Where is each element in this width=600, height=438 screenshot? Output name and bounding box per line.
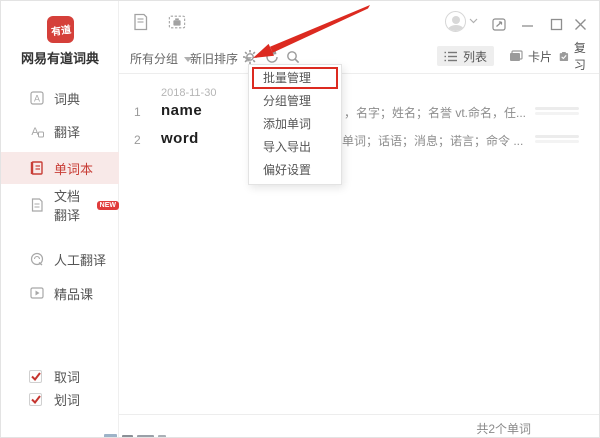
close-button[interactable] xyxy=(571,15,589,33)
row-index: 1 xyxy=(134,105,141,119)
word-definition: 单词；话语；消息；诺言；命令 ... xyxy=(342,132,523,149)
review-check-icon xyxy=(559,50,569,63)
sidebar-item-label: 单词本 xyxy=(54,159,93,178)
play-course-icon xyxy=(29,285,45,301)
menu-item-batch-manage[interactable]: 批量管理 xyxy=(249,67,341,90)
card-icon xyxy=(509,50,523,62)
list-icon xyxy=(444,51,458,62)
menu-item-add-word[interactable]: 添加单词 xyxy=(249,113,341,136)
familiarity-bars xyxy=(535,135,579,145)
sidebar: 有道 网易有道词典 A 词典 A 翻译 单词本 文档翻译 NEW xyxy=(1,1,119,438)
svg-text:A: A xyxy=(34,94,40,104)
minimize-button[interactable] xyxy=(518,15,536,33)
sort-order-label: 新旧排序 xyxy=(190,50,238,67)
wordbook-toolbar: 所有分组 新旧排序 列表 卡片 复习 xyxy=(119,45,599,73)
document-translate-icon xyxy=(29,197,45,213)
view-card-button[interactable]: 卡片 xyxy=(502,46,559,66)
group-filter-label: 所有分组 xyxy=(130,50,178,67)
maximize-button[interactable] xyxy=(547,15,565,33)
checkbox-checked-icon xyxy=(29,393,42,406)
toggle-label: 划词 xyxy=(54,390,80,409)
review-button[interactable]: 复习 xyxy=(552,46,599,66)
view-list-label: 列表 xyxy=(463,48,487,65)
new-badge: NEW xyxy=(97,201,119,210)
bottom-edge-fragment xyxy=(104,434,117,438)
word-definition: ，名字；姓名；名誉 vt.命名，任... xyxy=(344,104,526,121)
sidebar-item-label: 人工翻译 xyxy=(54,250,106,269)
avatar[interactable] xyxy=(445,11,466,32)
app-title: 网易有道词典 xyxy=(1,48,119,67)
toolbar-divider xyxy=(119,73,599,74)
checkbox-checked-icon xyxy=(29,370,42,383)
wordlist-date: 2018-11-30 xyxy=(161,87,216,99)
group-filter-dropdown[interactable]: 所有分组 xyxy=(130,50,192,67)
sidebar-item-premium-course[interactable]: 精品课 xyxy=(1,277,119,309)
word-count: 共2个单词 xyxy=(476,420,531,437)
toggle-word-select[interactable]: 划词 xyxy=(1,388,119,410)
sidebar-item-label: 文档翻译 xyxy=(54,186,93,224)
wordbook-icon xyxy=(29,160,45,176)
familiarity-bars xyxy=(535,107,579,117)
menu-item-import-export[interactable]: 导入导出 xyxy=(249,136,341,159)
footer-divider xyxy=(119,414,599,415)
view-list-button[interactable]: 列表 xyxy=(437,46,494,66)
app-window: 有道 网易有道词典 A 词典 A 翻译 单词本 文档翻译 NEW xyxy=(0,0,600,438)
dictionary-icon: A xyxy=(29,90,45,106)
note-document-icon[interactable] xyxy=(131,13,149,31)
gear-menu: 批量管理 分组管理 添加单词 导入导出 偏好设置 xyxy=(248,64,342,185)
toggle-label: 取词 xyxy=(54,367,80,386)
sidebar-item-wordbook[interactable]: 单词本 xyxy=(1,152,119,184)
sidebar-item-translate[interactable]: A 翻译 xyxy=(1,115,119,147)
menu-item-group-manage[interactable]: 分组管理 xyxy=(249,90,341,113)
fullscreen-icon[interactable] xyxy=(490,15,508,33)
youdao-logo-icon: 有道 xyxy=(47,16,74,43)
toggle-word-capture[interactable]: 取词 xyxy=(1,365,119,387)
headset-icon xyxy=(29,251,45,267)
word-text[interactable]: name xyxy=(161,102,202,119)
word-text[interactable]: word xyxy=(161,130,199,147)
view-card-label: 卡片 xyxy=(528,48,552,65)
sidebar-item-label: 翻译 xyxy=(54,122,80,141)
sidebar-item-dictionary[interactable]: A 词典 xyxy=(1,82,119,114)
translate-icon: A xyxy=(29,123,45,139)
sidebar-item-doc-translate[interactable]: 文档翻译 NEW xyxy=(1,189,119,221)
review-label: 复习 xyxy=(574,39,592,73)
titlebar xyxy=(119,1,599,39)
row-index: 2 xyxy=(134,133,141,147)
screenshot-icon[interactable] xyxy=(168,13,186,31)
sidebar-item-label: 词典 xyxy=(54,89,80,108)
sidebar-item-label: 精品课 xyxy=(54,284,93,303)
sidebar-item-human-translate[interactable]: 人工翻译 xyxy=(1,243,119,275)
menu-item-preferences[interactable]: 偏好设置 xyxy=(249,159,341,182)
chevron-down-icon[interactable] xyxy=(467,15,479,27)
